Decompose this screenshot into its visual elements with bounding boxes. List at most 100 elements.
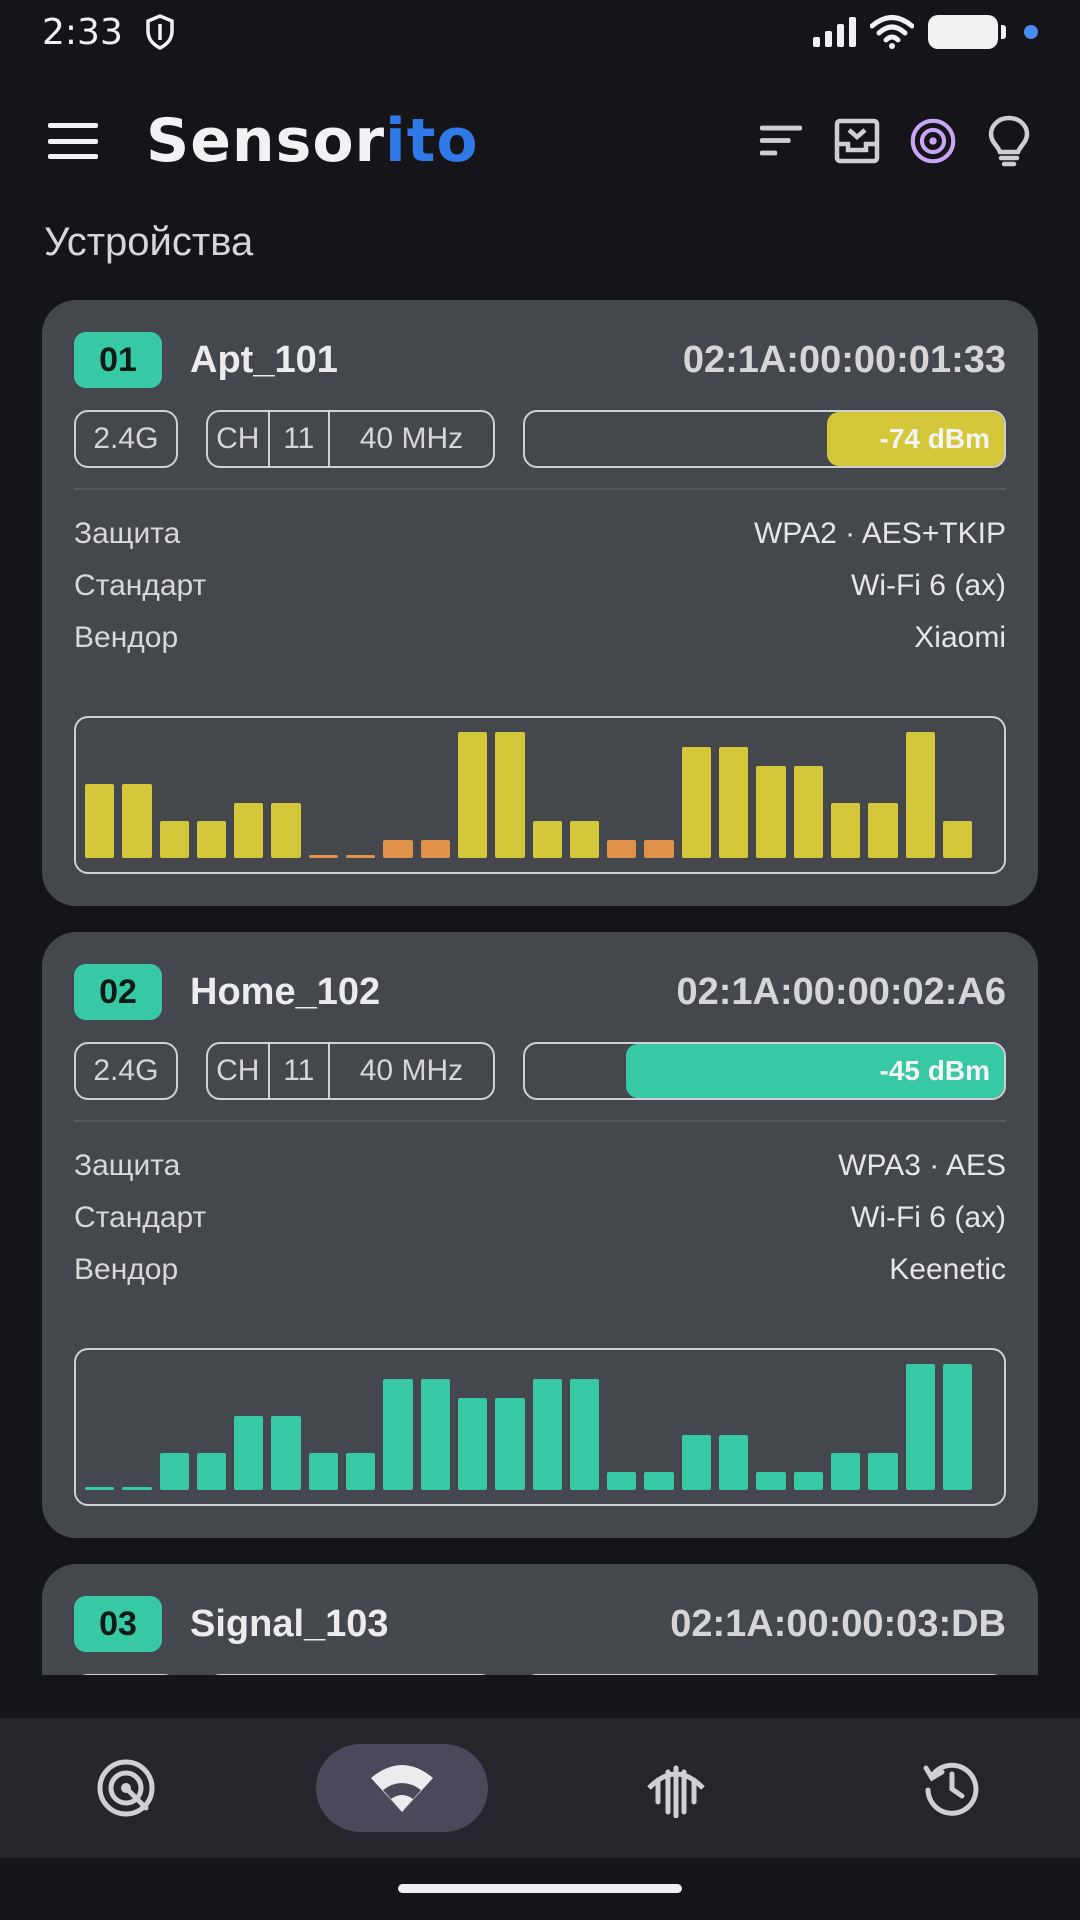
history-bar: [905, 732, 935, 858]
notification-dot: [1024, 25, 1038, 39]
home-indicator[interactable]: [398, 1884, 682, 1893]
history-bar: [420, 1379, 450, 1490]
history-bar: [719, 747, 749, 858]
history-bar: [868, 1453, 898, 1490]
device-list[interactable]: 01 Apt_101 02:1A:00:00:01:33 2.4G CH 11 40…: [42, 300, 1038, 1675]
history-bar: [495, 1398, 525, 1490]
device-ssid: Signal_103: [190, 1602, 389, 1645]
history-bar: [569, 1379, 600, 1490]
status-time: 2:33: [42, 11, 123, 53]
history-bar: [569, 821, 600, 858]
history-bar: [308, 855, 339, 858]
history-bar: [85, 1487, 115, 1490]
history-bar: [420, 840, 450, 858]
history-bar: [308, 1453, 339, 1490]
history-bar: [681, 1434, 712, 1490]
history-bar: [383, 1379, 413, 1490]
history-bar: [719, 1434, 749, 1490]
channel-chip: CH 11 40 MHz: [205, 1042, 496, 1100]
security-row: Защита WPA3 · AES: [74, 1149, 1006, 1182]
bottom-navigation: [0, 1718, 1080, 1858]
device-index-badge: 03: [74, 1596, 162, 1652]
history-bar: [756, 766, 786, 858]
history-bar: [196, 821, 227, 858]
history-bar: [793, 766, 823, 858]
status-bar: 2:33: [0, 0, 1080, 64]
history-bar: [346, 1453, 376, 1490]
app-bar: Sensorito: [0, 96, 1080, 186]
rssi-value: -45 dBm: [879, 1055, 990, 1086]
archive-icon[interactable]: [834, 118, 880, 164]
history-bar: [457, 732, 488, 858]
channel-chip: [205, 1674, 496, 1675]
history-bar: [607, 1472, 637, 1490]
device-index-badge: 02: [74, 964, 162, 1020]
device-card[interactable]: 03 Signal_103 02:1A:00:00:03:DB: [42, 1564, 1038, 1675]
device-mac: 02:1A:00:00:01:33: [682, 338, 1006, 381]
history-bar: [85, 783, 115, 858]
device-card[interactable]: 01 Apt_101 02:1A:00:00:01:33 2.4G CH 11 40…: [42, 300, 1038, 906]
app-logo: Sensorito: [146, 106, 479, 176]
history-bar: [607, 840, 637, 858]
history-icon: [923, 1762, 979, 1816]
nav-wifi[interactable]: [316, 1744, 488, 1832]
history-bar: [793, 1472, 823, 1490]
lightbulb-icon[interactable]: [986, 115, 1032, 167]
history-bar: [122, 783, 152, 858]
history-bar: [532, 821, 562, 858]
history-bar: [159, 1453, 189, 1490]
signal-meter: [523, 1674, 1006, 1675]
history-bar: [271, 1415, 301, 1490]
history-bar: [346, 855, 376, 858]
page-title: Устройства: [44, 220, 254, 264]
shield-icon: [146, 14, 174, 50]
band-chip: 2.4G: [74, 410, 178, 468]
standard-row: Стандарт Wi-Fi 6 (ax): [74, 569, 1006, 602]
device-mac: 02:1A:00:00:03:DB: [670, 1602, 1006, 1645]
signal-history-chart: [74, 1348, 1006, 1506]
device-card[interactable]: 02 Home_102 02:1A:00:00:02:A6 2.4G CH 11 4…: [42, 932, 1038, 1538]
signal-meter: -45 dBm: [523, 1042, 1006, 1100]
history-bar: [495, 732, 525, 858]
battery-icon: [928, 15, 1006, 49]
menu-icon[interactable]: [48, 123, 98, 159]
history-bar: [234, 802, 264, 858]
wifi-icon: [371, 1765, 433, 1812]
history-bar: [942, 1364, 973, 1490]
history-bar: [681, 747, 712, 858]
history-bar: [756, 1472, 786, 1490]
device-ssid: Home_102: [190, 970, 381, 1013]
history-bar: [532, 1379, 562, 1490]
history-bar: [271, 802, 301, 858]
device-ssid: Apt_101: [190, 338, 338, 381]
band-chip: 2.4G: [74, 1042, 178, 1100]
device-mac: 02:1A:00:00:02:A6: [676, 970, 1007, 1013]
history-bar: [159, 821, 189, 858]
history-bar: [457, 1398, 488, 1490]
nav-spectrum[interactable]: [590, 1744, 762, 1832]
history-bar: [830, 1453, 861, 1490]
signal-spectrum-icon: [647, 1765, 705, 1818]
history-bar: [942, 821, 973, 858]
radar-icon: [97, 1759, 155, 1817]
vendor-row: Вендор Xiaomi: [74, 621, 1006, 654]
vendor-row: Вендор Keenetic: [74, 1253, 1006, 1286]
nav-radar[interactable]: [40, 1744, 212, 1832]
signal-meter: -74 dBm: [523, 410, 1006, 468]
target-icon[interactable]: [910, 118, 956, 164]
sort-icon[interactable]: [758, 118, 804, 164]
channel-chip: CH 11 40 MHz: [205, 410, 496, 468]
history-bar: [196, 1453, 227, 1490]
signal-history-chart: [74, 716, 1006, 874]
rssi-value: -74 dBm: [879, 423, 990, 454]
history-bar: [830, 802, 861, 858]
history-bar: [383, 840, 413, 858]
history-bar: [644, 1472, 674, 1490]
band-chip: [74, 1674, 178, 1675]
security-row: Защита WPA2 · AES+TKIP: [74, 517, 1006, 550]
history-bar: [868, 802, 898, 858]
cellular-signal-icon: [813, 17, 856, 47]
nav-history[interactable]: [866, 1744, 1038, 1832]
history-bar: [905, 1364, 935, 1490]
standard-row: Стандарт Wi-Fi 6 (ax): [74, 1201, 1006, 1234]
